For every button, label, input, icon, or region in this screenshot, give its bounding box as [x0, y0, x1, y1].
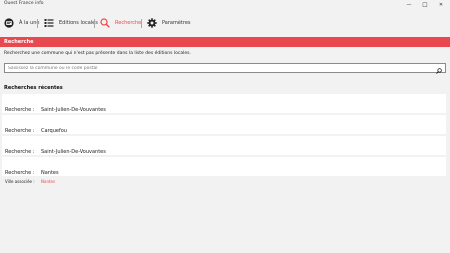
nav-label-parametres: Paramètres	[162, 20, 191, 26]
search-submit-button[interactable]	[434, 64, 444, 74]
nav-divider	[94, 19, 95, 28]
search-box	[4, 63, 446, 74]
minimize-button[interactable]: —	[402, 0, 416, 10]
title-bar: Ouest France info — ☐ ✕	[0, 0, 450, 10]
gear-icon	[147, 18, 157, 28]
list-item[interactable]: Recherche : Nantes Ville associée : Nantes	[2, 157, 446, 184]
nav-item-parametres[interactable]: Paramètres	[147, 10, 191, 36]
list-item[interactable]: Recherche :Carquefou Ville associée :Car…	[2, 115, 446, 142]
city-label: Ville associée :	[5, 179, 35, 184]
search-icon	[100, 18, 110, 28]
close-button[interactable]: ✕	[434, 0, 448, 10]
list-icon	[44, 18, 54, 28]
nav-item-a-la-une[interactable]: À la une	[4, 10, 39, 36]
maximize-icon: ☐	[422, 1, 428, 9]
list-item[interactable]: Recherche :Saint-Julien-De-Vouvantes Vil…	[2, 94, 446, 121]
recent-searches-list: Recherche :Saint-Julien-De-Vouvantes Vil…	[2, 94, 446, 184]
close-icon: ✕	[438, 2, 444, 8]
section-header-bar: Recherche	[0, 37, 450, 47]
nav-divider	[141, 19, 142, 28]
associated-city: Nantes	[41, 179, 56, 184]
nav-item-editions-locales[interactable]: Editions locales	[44, 10, 98, 36]
newspaper-icon	[4, 18, 14, 28]
nav-divider	[37, 19, 38, 28]
minimize-icon: —	[406, 2, 412, 8]
nav-label-editions-locales: Editions locales	[59, 20, 98, 26]
recent-searches-title: Recherches récentes	[4, 85, 63, 91]
nav-label-recherche: Recherche	[115, 20, 142, 26]
app-title: Ouest France info	[4, 1, 44, 6]
maximize-button[interactable]: ☐	[418, 0, 432, 10]
search-icon	[436, 59, 442, 78]
nav-item-recherche[interactable]: Recherche	[100, 10, 141, 36]
section-title: Recherche	[4, 38, 34, 45]
main-navigation: À la une Editions locales Recherche Para…	[0, 10, 450, 36]
search-input[interactable]	[5, 64, 433, 72]
list-item[interactable]: Recherche :Saint-Julien-De-Vouvantes Vil…	[2, 136, 446, 163]
search-description: Recherchez une commune qui n'est pas pré…	[4, 51, 191, 56]
